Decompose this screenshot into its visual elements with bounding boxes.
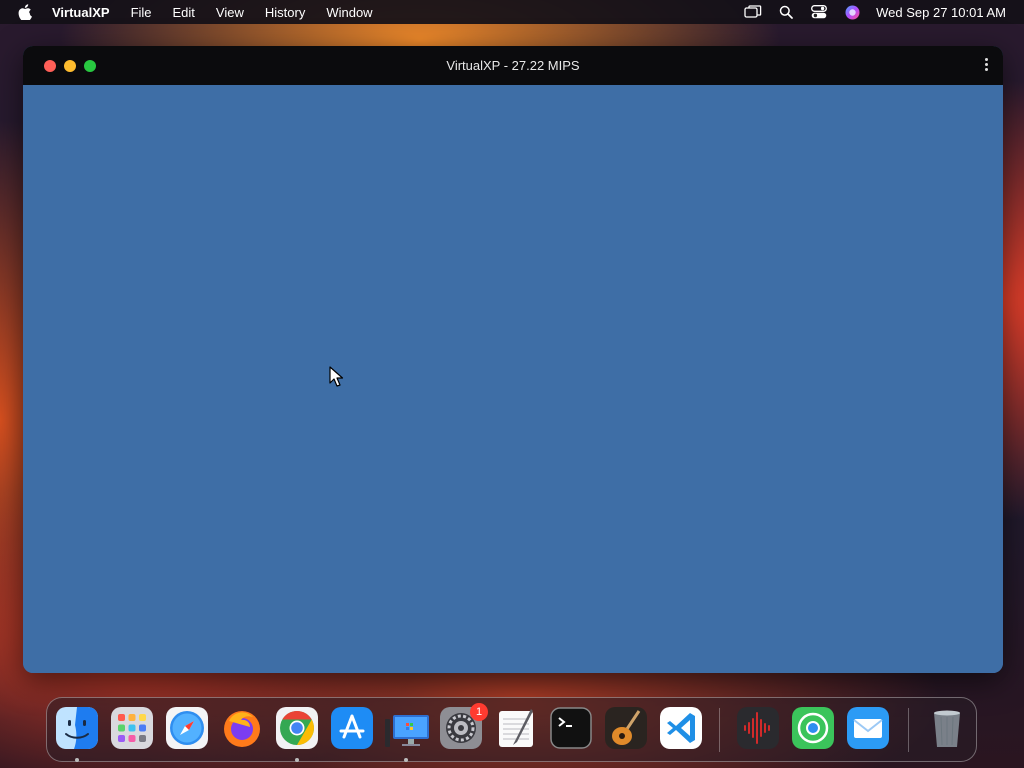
finder-running-dot bbox=[75, 758, 79, 762]
menu-bar-clock[interactable]: Wed Sep 27 10:01 AM bbox=[876, 5, 1006, 20]
dock: 1 bbox=[46, 697, 977, 762]
vscode-icon[interactable] bbox=[660, 707, 702, 749]
spotlight-search-icon[interactable] bbox=[777, 4, 795, 20]
menu-bar: VirtualXP File Edit View History Window … bbox=[0, 0, 1024, 24]
garageband-icon[interactable] bbox=[605, 707, 647, 749]
app-store-icon[interactable] bbox=[331, 707, 373, 749]
find-my-icon[interactable] bbox=[792, 707, 834, 749]
window-menu[interactable]: Window bbox=[326, 5, 372, 20]
app-menu[interactable]: VirtualXP bbox=[52, 5, 110, 20]
file-menu[interactable]: File bbox=[131, 5, 152, 20]
control-center-icon[interactable] bbox=[810, 4, 828, 20]
dock-separator-trash bbox=[908, 708, 909, 752]
virtualxp-window: VirtualXP - 27.22 MIPS bbox=[23, 46, 1003, 673]
launchpad-icon[interactable] bbox=[111, 707, 153, 749]
dock-separator bbox=[719, 708, 720, 752]
virtualxp-running-dot bbox=[404, 758, 408, 762]
more-options-icon[interactable] bbox=[983, 58, 989, 74]
textedit-icon[interactable] bbox=[495, 707, 537, 749]
screen-mirroring-icon[interactable] bbox=[744, 4, 762, 20]
finder-icon[interactable] bbox=[56, 707, 98, 749]
view-menu[interactable]: View bbox=[216, 5, 244, 20]
window-title: VirtualXP - 27.22 MIPS bbox=[446, 58, 580, 73]
trash-icon[interactable] bbox=[926, 707, 968, 749]
window-title-bar[interactable]: VirtualXP - 27.22 MIPS bbox=[23, 46, 1003, 85]
waveform-icon[interactable] bbox=[737, 707, 779, 749]
emulator-screen[interactable] bbox=[23, 85, 1003, 673]
virtualxp-icon[interactable] bbox=[382, 707, 432, 749]
history-menu[interactable]: History bbox=[265, 5, 305, 20]
siri-icon[interactable] bbox=[843, 4, 861, 20]
safari-icon[interactable] bbox=[166, 707, 208, 749]
chrome-icon[interactable] bbox=[276, 707, 318, 749]
mouse-cursor-icon bbox=[329, 366, 344, 387]
firefox-icon[interactable] bbox=[221, 707, 263, 749]
edit-menu[interactable]: Edit bbox=[173, 5, 195, 20]
apple-menu-icon[interactable] bbox=[18, 4, 34, 20]
terminal-icon[interactable] bbox=[550, 707, 592, 749]
chrome-running-dot bbox=[295, 758, 299, 762]
system-settings-badge: 1 bbox=[470, 703, 488, 721]
mail-icon[interactable] bbox=[847, 707, 889, 749]
